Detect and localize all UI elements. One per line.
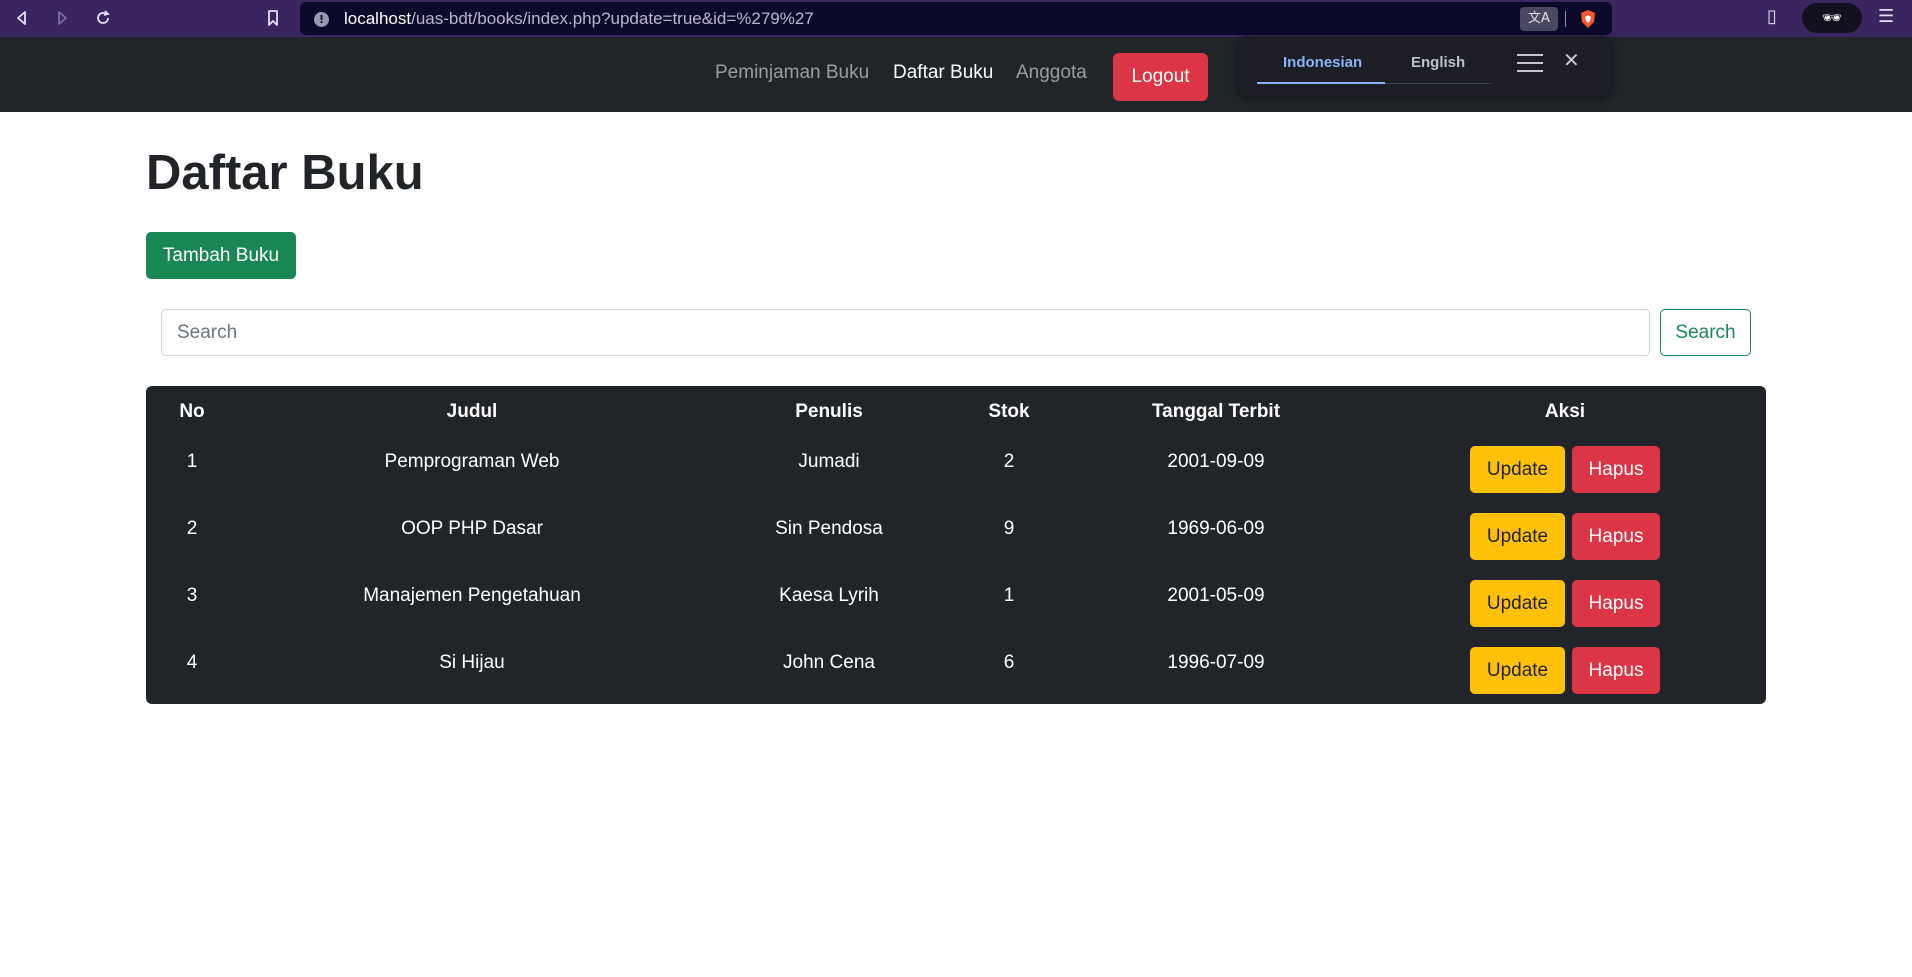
header-penulis: Penulis [795, 401, 863, 422]
app-navbar: Peminjaman Buku Daftar Buku Anggota Logo… [0, 37, 1912, 112]
nav-link-peminjaman[interactable]: Peminjaman Buku [715, 62, 869, 84]
cell-no: 4 [186, 652, 198, 673]
translate-icon[interactable]: 文A [1520, 7, 1558, 31]
url-path: /uas-bdt/books/index.php?update=true&id=… [411, 9, 814, 28]
cell-penulis: Jumadi [798, 451, 860, 472]
header-judul: Judul [446, 401, 498, 422]
delete-button[interactable]: Hapus [1572, 513, 1660, 560]
hamburger-icon[interactable] [1517, 54, 1543, 74]
cell-tanggal: 1969-06-09 [1167, 518, 1265, 539]
cell-tanggal: 2001-05-09 [1167, 585, 1265, 606]
books-table: No Judul Penulis Stok Tanggal Terbit Aks… [146, 386, 1766, 704]
update-button[interactable]: Update [1470, 580, 1565, 627]
tab-indicator [1257, 82, 1385, 84]
tab-divider [1385, 83, 1492, 84]
cell-penulis: John Cena [783, 652, 875, 673]
reload-icon[interactable] [91, 6, 115, 30]
cell-judul: Pemprograman Web [384, 451, 560, 472]
update-button[interactable]: Update [1470, 647, 1565, 694]
header-stok: Stok [988, 401, 1030, 422]
update-button[interactable]: Update [1470, 513, 1565, 560]
back-icon[interactable] [10, 6, 34, 30]
url-text: localhost/uas-bdt/books/index.php?update… [344, 9, 814, 29]
delete-button[interactable]: Hapus [1572, 580, 1660, 627]
info-icon[interactable]: ! [314, 12, 329, 27]
nav-link-anggota[interactable]: Anggota [1016, 62, 1087, 84]
url-separator [1565, 11, 1566, 27]
search-button[interactable]: Search [1660, 309, 1751, 356]
header-aksi: Aksi [1544, 401, 1586, 422]
update-button[interactable]: Update [1470, 446, 1565, 493]
cell-stok: 9 [1003, 518, 1015, 539]
cell-no: 1 [186, 451, 198, 472]
cell-no: 3 [186, 585, 198, 606]
cell-no: 2 [186, 518, 198, 539]
tab-indonesian[interactable]: Indonesian [1283, 54, 1362, 71]
cell-judul: Si Hijau [439, 652, 505, 673]
menu-icon[interactable]: ☰ [1878, 6, 1894, 27]
url-host: localhost [344, 9, 412, 28]
cell-judul: Manajemen Pengetahuan [363, 585, 581, 606]
browser-toolbar: ! localhost/uas-bdt/books/index.php?upda… [0, 0, 1912, 37]
logout-button[interactable]: Logout [1113, 53, 1208, 101]
delete-button[interactable]: Hapus [1572, 647, 1660, 694]
bookmark-icon[interactable] [261, 6, 285, 30]
address-bar[interactable]: ! localhost/uas-bdt/books/index.php?upda… [300, 2, 1612, 35]
cell-judul: OOP PHP Dasar [401, 518, 543, 539]
brave-shield-icon[interactable] [1578, 9, 1598, 29]
translate-popup: Indonesian English ✕ [1237, 36, 1612, 96]
nav-link-daftar-buku[interactable]: Daftar Buku [893, 62, 993, 84]
sidebar-toggle-icon[interactable]: ▯ [1767, 6, 1777, 27]
page-title: Daftar Buku [146, 146, 424, 200]
forward-icon[interactable] [50, 6, 74, 30]
delete-button[interactable]: Hapus [1572, 446, 1660, 493]
cell-tanggal: 1996-07-09 [1167, 652, 1265, 673]
search-input[interactable] [161, 309, 1650, 356]
cell-penulis: Kaesa Lyrih [779, 585, 879, 606]
cell-tanggal: 2001-09-09 [1167, 451, 1265, 472]
close-icon[interactable]: ✕ [1563, 48, 1580, 72]
header-tanggal-terbit: Tanggal Terbit [1151, 401, 1281, 422]
private-window-icon: 🕶 [1802, 3, 1862, 33]
cell-stok: 6 [1003, 652, 1015, 673]
cell-stok: 1 [1003, 585, 1015, 606]
cell-stok: 2 [1003, 451, 1015, 472]
header-no: No [179, 401, 205, 422]
add-book-button[interactable]: Tambah Buku [146, 232, 296, 279]
tab-english[interactable]: English [1411, 54, 1465, 71]
cell-penulis: Sin Pendosa [775, 518, 883, 539]
